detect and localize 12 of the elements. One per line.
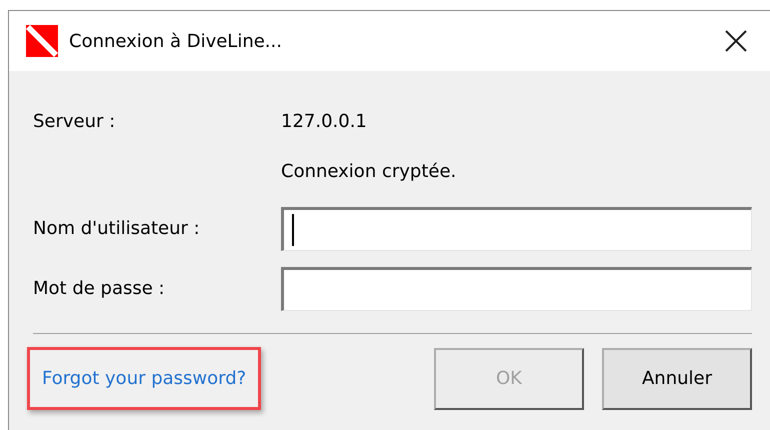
info-value: Connexion cryptée. bbox=[281, 160, 458, 184]
info-label: Serveur : bbox=[33, 110, 116, 134]
forgot-password-link[interactable]: Forgot your password? bbox=[42, 368, 246, 389]
field-label: Mot de passe : bbox=[33, 277, 166, 301]
close-icon[interactable] bbox=[724, 29, 748, 53]
flag-icon bbox=[26, 25, 58, 57]
input-field[interactable] bbox=[281, 267, 752, 311]
cancel-button[interactable]: Annuler bbox=[602, 348, 752, 410]
info-value: 127.0.0.1 bbox=[281, 110, 368, 134]
window-title: Connexion à DiveLine... bbox=[69, 30, 283, 52]
input-field[interactable] bbox=[281, 207, 752, 251]
field-label: Nom d'utilisateur : bbox=[33, 217, 201, 241]
